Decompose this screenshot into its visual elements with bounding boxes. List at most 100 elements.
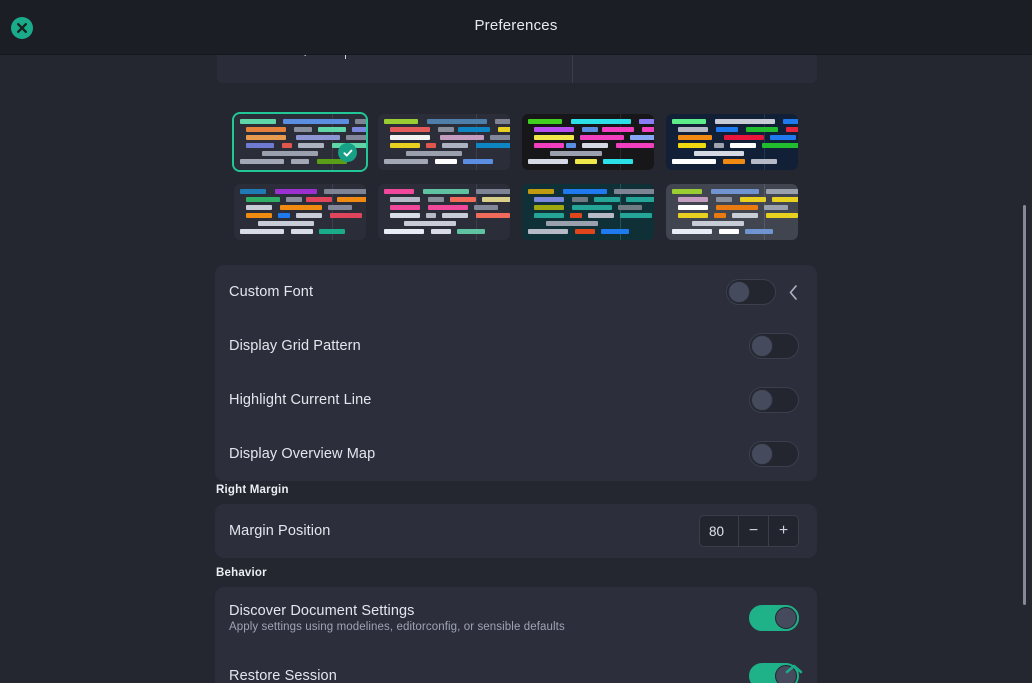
theme-thumbnail-theme-neon-black[interactable]: [520, 112, 656, 172]
theme-code-line-segment: [476, 213, 510, 218]
row-margin-position[interactable]: Margin Position 80 − +: [215, 504, 817, 558]
theme-code-line-segment: [723, 159, 745, 164]
row-display-grid-pattern[interactable]: Display Grid Pattern: [215, 319, 817, 373]
theme-thumbnail-theme-default-dark[interactable]: [232, 112, 368, 172]
theme-thumbnail-theme-teal-deep[interactable]: [520, 182, 656, 242]
theme-code-line-segment: [458, 127, 490, 132]
row-display-overview-map[interactable]: Display Overview Map: [215, 427, 817, 481]
theme-code-line-segment: [390, 205, 420, 210]
toggle-display-grid-pattern[interactable]: [749, 333, 799, 359]
theme-code-line-segment: [672, 189, 702, 194]
theme-code-line-segment: [642, 127, 654, 132]
vertical-scrollbar-thumb[interactable]: [1023, 205, 1026, 605]
theme-thumbnail-theme-violet-night[interactable]: [232, 182, 368, 242]
chevron-up-icon: [784, 663, 804, 680]
appearance-settings-group: Custom Font Display Grid Pattern Highlight…: [215, 265, 817, 481]
theme-code-line-segment: [711, 189, 759, 194]
toggle-knob: [751, 443, 773, 465]
theme-code-line-segment: [762, 143, 798, 148]
theme-code-line-segment: [352, 127, 366, 132]
theme-thumbnail-preview: [666, 184, 798, 240]
row-labels: Restore Session: [229, 668, 749, 683]
theme-thumbnail-theme-rose-dusk[interactable]: [376, 182, 512, 242]
theme-code-line-segment: [246, 135, 286, 140]
theme-code-line-segment: [582, 143, 608, 148]
check-circle-icon: [338, 143, 357, 162]
row-restore-session[interactable]: Restore Session: [215, 649, 817, 683]
theme-thumbnail-preview: [522, 184, 654, 240]
margin-position-decrement-button[interactable]: −: [738, 516, 768, 546]
theme-code-line-segment: [764, 205, 788, 210]
row-discover-document-settings[interactable]: Discover Document Settings Apply settings…: [215, 587, 817, 649]
theme-code-line-segment: [283, 119, 349, 124]
theme-code-line-segment: [614, 189, 654, 194]
row-labels: Custom Font: [229, 284, 726, 300]
theme-code-line-segment: [442, 143, 468, 148]
theme-code-line-segment: [719, 229, 739, 234]
theme-code-line-segment: [298, 143, 324, 148]
theme-code-line-segment: [246, 213, 272, 218]
theme-code-line-segment: [716, 205, 758, 210]
theme-code-line-segment: [572, 205, 612, 210]
theme-code-line-segment: [672, 119, 706, 124]
theme-code-line-segment: [275, 189, 317, 194]
theme-code-line-segment: [678, 197, 708, 202]
theme-picker-grid[interactable]: [232, 112, 802, 242]
row-custom-font[interactable]: Custom Font: [215, 265, 817, 319]
toggle-knob: [728, 281, 750, 303]
theme-code-line-segment: [246, 143, 274, 148]
scroll-up-button[interactable]: [784, 662, 804, 681]
theme-code-line-segment: [427, 119, 487, 124]
section-header-behavior-label: Behavior: [216, 567, 267, 579]
theme-thumbnail-theme-sand-gray[interactable]: [664, 182, 800, 242]
theme-code-line-segment: [390, 213, 420, 218]
row-labels: Display Grid Pattern: [229, 338, 749, 354]
vertical-scrollbar[interactable]: [1019, 55, 1029, 683]
theme-thumbnail-theme-cool-slate[interactable]: [376, 112, 512, 172]
theme-code-line-segment: [566, 143, 576, 148]
theme-code-line-segment: [570, 213, 582, 218]
theme-code-line-segment: [601, 229, 629, 234]
theme-code-line-segment: [476, 143, 510, 148]
toggle-custom-font[interactable]: [726, 279, 776, 305]
section-header-right-margin: Right Margin: [215, 479, 817, 501]
theme-code-line-segment: [626, 197, 654, 202]
editor-preview-strip: block quotes cool: [217, 55, 817, 83]
theme-code-line-segment: [450, 197, 476, 202]
theme-code-line-segment: [746, 127, 778, 132]
toggle-display-overview-map[interactable]: [749, 441, 799, 467]
theme-code-line-segment: [730, 143, 756, 148]
toggle-knob: [751, 335, 773, 357]
window-titlebar: Preferences: [0, 0, 1032, 55]
theme-code-line-segment: [575, 229, 595, 234]
theme-code-line-segment: [672, 159, 716, 164]
theme-code-line-segment: [714, 143, 724, 148]
theme-code-line-segment: [390, 135, 430, 140]
theme-code-line-segment: [337, 197, 366, 202]
theme-code-line-segment: [258, 221, 314, 226]
theme-code-line-segment: [246, 127, 286, 132]
theme-code-line-segment: [319, 229, 345, 234]
theme-code-line-segment: [534, 205, 564, 210]
theme-code-line-segment: [534, 213, 564, 218]
theme-code-line-segment: [616, 143, 654, 148]
theme-code-line-segment: [282, 143, 292, 148]
margin-position-increment-button[interactable]: +: [768, 516, 798, 546]
chevron-left-icon[interactable]: [788, 284, 799, 301]
theme-code-line-segment: [766, 213, 798, 218]
theme-code-line-segment: [355, 119, 366, 124]
row-labels: Discover Document Settings Apply settings…: [229, 603, 749, 633]
behavior-settings-group: Discover Document Settings Apply settings…: [215, 587, 817, 683]
theme-code-line-segment: [672, 229, 712, 234]
margin-position-stepper[interactable]: 80 − +: [699, 515, 799, 547]
theme-code-line-segment: [426, 213, 436, 218]
preferences-scroll-viewport[interactable]: block quotes cool Custom Font Display Gri…: [0, 55, 1032, 683]
theme-thumbnail-preview: [666, 114, 798, 170]
theme-thumbnail-preview: [522, 114, 654, 170]
toggle-highlight-current-line[interactable]: [749, 387, 799, 413]
toggle-discover-document-settings[interactable]: [749, 605, 799, 631]
editor-preview-text: block quotes cool: [235, 55, 414, 57]
row-highlight-current-line[interactable]: Highlight Current Line: [215, 373, 817, 427]
margin-position-value[interactable]: 80: [700, 516, 738, 546]
theme-thumbnail-theme-deep-ocean[interactable]: [664, 112, 800, 172]
